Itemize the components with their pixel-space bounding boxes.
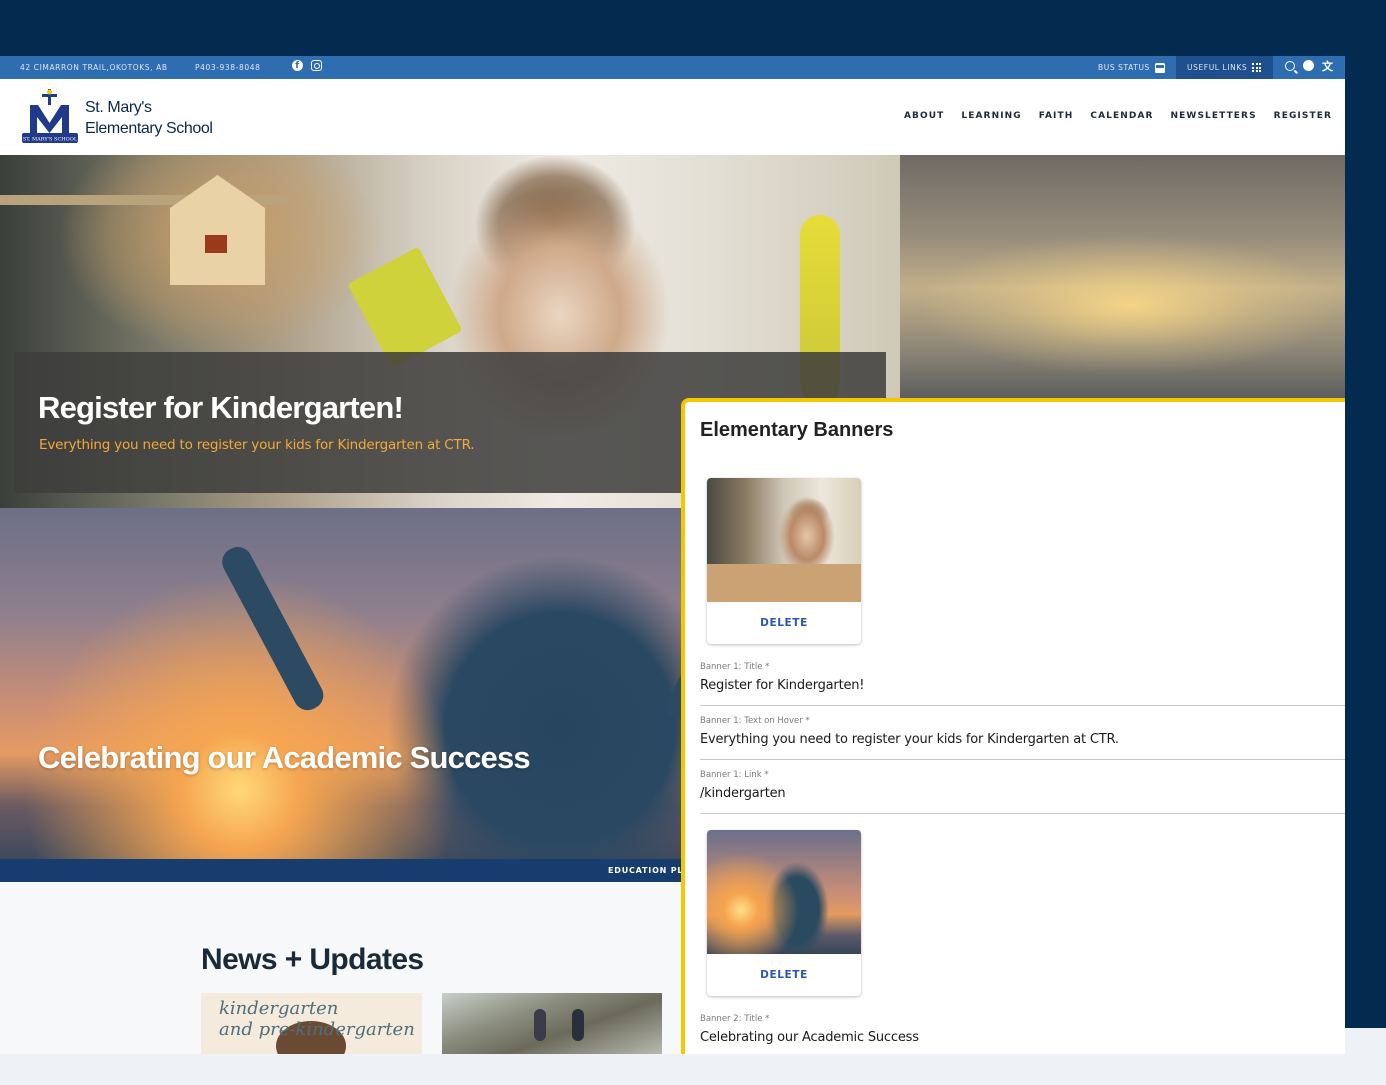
site-header: ST. MARY'S SCHOOL St. Mary's Elementary … [0,79,1345,155]
news-card-line2: and pre-kindergarten [219,1019,415,1040]
field-label: Banner 1: Link * [700,770,769,780]
news-card-kindergarten-text: kindergarten and pre-kindergarten [219,998,415,1040]
banner1-link-field[interactable]: Banner 1: Link * /kindergarten [700,770,1345,814]
field-value[interactable]: /kindergarten [700,786,1345,814]
cms-panel-title: Elementary Banners [700,419,894,441]
useful-links-label: USEFUL LINKS [1187,63,1248,72]
bus-status-link[interactable]: BUS STATUS [1098,56,1175,79]
bus-status-label: BUS STATUS [1098,63,1150,72]
field-label: Banner 1: Title * [700,662,770,672]
banner1-thumbnail-card: DELETE [707,478,861,644]
field-label: Banner 1: Text on Hover * [700,716,810,726]
nav-item-learning[interactable]: LEARNING [961,111,1021,121]
backdrop-bottom [0,1054,1386,1085]
news-card-line1: kindergarten [219,998,339,1019]
news-card-figure [534,1009,546,1041]
news-card-kindergarten[interactable]: kindergarten and pre-kindergarten [201,993,422,1054]
useful-links-button[interactable]: USEFUL LINKS [1176,56,1273,79]
banner1-hover-text-field[interactable]: Banner 1: Text on Hover * Everything you… [700,716,1345,760]
social-links: f [292,60,322,71]
news-card-figure [572,1009,584,1041]
education-plan-link[interactable]: EDUCATION PLAN [608,866,682,875]
banner2-thumbnail [707,830,861,954]
news-heading: News + Updates [201,943,424,976]
nav-item-calendar[interactable]: CALENDAR [1090,111,1153,121]
banner1-delete-button[interactable]: DELETE [707,602,861,644]
field-label: Banner 2: Title * [700,1014,770,1024]
field-value[interactable]: Everything you need to register your kid… [700,732,1345,760]
logo-caption: ST. MARY'S SCHOOL [23,137,78,143]
banner2-delete-button[interactable]: DELETE [707,954,861,996]
main-nav: ABOUT LEARNING FAITH CALENDAR NEWSLETTER… [904,111,1332,121]
grid-icon [1252,63,1262,72]
school-name-line2: Elementary School [85,120,213,137]
news-card-outdoor[interactable] [442,993,662,1054]
address-text: 42 CIMARRON TRAIL,OKOTOKS, AB [20,63,168,72]
banner1-title-field[interactable]: Banner 1: Title * Register for Kindergar… [700,662,1345,706]
cms-editor-panel: Elementary Banners DELETE Banner 1: Titl… [681,398,1345,1054]
bus-icon [1154,62,1165,73]
school-name[interactable]: St. Mary's Elementary School [85,97,213,139]
sky-photo [900,155,1345,398]
translate-icon[interactable]: 文 [1322,60,1334,73]
banner1-thumbnail [707,478,861,602]
instagram-icon[interactable] [311,60,322,71]
field-value[interactable]: Register for Kindergarten! [700,678,1345,706]
accessibility-icon[interactable] [1303,60,1314,71]
phone-link[interactable]: P403-938-8048 [195,63,260,72]
nav-item-faith[interactable]: FAITH [1039,111,1074,121]
school-name-line1: St. Mary's [85,99,152,116]
utility-bar: 42 CIMARRON TRAIL,OKOTOKS, AB P403-938-8… [0,56,1345,79]
field-value[interactable]: Celebrating our Academic Success [700,1030,1345,1054]
search-icon[interactable] [1285,61,1295,71]
nav-item-about[interactable]: ABOUT [904,111,944,121]
nav-item-register[interactable]: REGISTER [1274,111,1332,121]
school-logo[interactable]: ST. MARY'S SCHOOL [20,87,80,147]
banner1-subtitle: Everything you need to register your kid… [39,437,475,453]
raised-arm-decor [217,542,329,716]
toy-book-decor [347,246,463,369]
banner2-title-field[interactable]: Banner 2: Title * Celebrating our Academ… [700,1014,1345,1054]
banner2-title[interactable]: Celebrating our Academic Success [38,740,531,776]
facebook-icon[interactable]: f [292,60,303,71]
utility-tools: 文 [1285,60,1334,73]
banner2-thumbnail-card: DELETE [707,830,861,996]
nav-item-newsletters[interactable]: NEWSLETTERS [1171,111,1257,121]
toy-house-decor [170,175,265,285]
banner1-title: Register for Kindergarten! [38,390,404,425]
